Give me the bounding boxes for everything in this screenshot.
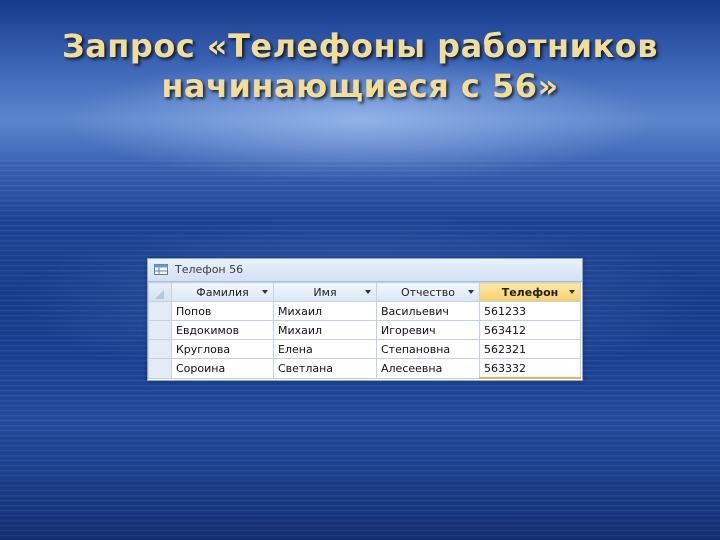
cell-otchestvo[interactable]: Васильевич bbox=[376, 301, 480, 321]
column-header-label: Фамилия bbox=[196, 285, 249, 299]
sort-filter-dropdown-icon[interactable] bbox=[262, 290, 268, 294]
query-tab[interactable]: Телефон 56 bbox=[148, 259, 582, 282]
slide-title-line-1: Запрос «Телефоны работников bbox=[61, 27, 659, 65]
sort-filter-dropdown-icon[interactable] bbox=[569, 290, 575, 294]
column-header-familiya[interactable]: Фамилия bbox=[171, 282, 274, 302]
slide-title: Запрос «Телефоны работников начинающиеся… bbox=[0, 26, 720, 106]
table-row: Круглова Елена Степановна 562321 bbox=[148, 339, 581, 359]
cell-imya[interactable]: Михаил bbox=[273, 320, 377, 340]
cell-imya[interactable]: Елена bbox=[273, 339, 377, 359]
table-row: Попов Михаил Васильевич 561233 bbox=[148, 301, 581, 321]
sort-filter-dropdown-icon[interactable] bbox=[365, 290, 371, 294]
column-header-telefon[interactable]: Телефон bbox=[479, 282, 581, 302]
table-row: Сороина Светлана Алесеевна 563332 bbox=[148, 358, 581, 379]
cell-telefon[interactable]: 563412 bbox=[479, 320, 581, 340]
cell-telefon[interactable]: 562321 bbox=[479, 339, 581, 359]
column-header-otchestvo[interactable]: Отчество bbox=[376, 282, 480, 302]
cell-otchestvo[interactable]: Игоревич bbox=[376, 320, 480, 340]
column-header-label: Имя bbox=[313, 285, 337, 299]
cell-telefon[interactable]: 563332 bbox=[479, 358, 581, 379]
cell-otchestvo[interactable]: Степановна bbox=[376, 339, 480, 359]
row-selector[interactable] bbox=[148, 358, 172, 379]
column-header-imya[interactable]: Имя bbox=[273, 282, 377, 302]
header-row: Фамилия Имя Отчество Телефон bbox=[148, 282, 581, 302]
cell-familiya[interactable]: Круглова bbox=[171, 339, 274, 359]
table-row: Евдокимов Михаил Игоревич 563412 bbox=[148, 320, 581, 340]
cell-familiya[interactable]: Попов bbox=[171, 301, 274, 321]
column-header-label: Отчество bbox=[400, 285, 455, 299]
sort-filter-dropdown-icon[interactable] bbox=[468, 290, 474, 294]
cell-otchestvo[interactable]: Алесеевна bbox=[376, 358, 480, 379]
query-tab-label: Телефон 56 bbox=[175, 263, 244, 276]
datasheet-grid: Фамилия Имя Отчество Телефон Попов Михаи… bbox=[148, 282, 581, 379]
cell-imya[interactable]: Михаил bbox=[273, 301, 377, 321]
row-selector[interactable] bbox=[148, 320, 172, 340]
row-selector[interactable] bbox=[148, 339, 172, 359]
row-selector[interactable] bbox=[148, 301, 172, 321]
cell-familiya[interactable]: Сороина bbox=[171, 358, 274, 379]
cell-imya[interactable]: Светлана bbox=[273, 358, 377, 379]
query-icon bbox=[154, 264, 168, 275]
query-result-window: Телефон 56 Фамилия Имя Отчество Телефон … bbox=[147, 258, 583, 381]
cell-telefon[interactable]: 561233 bbox=[479, 301, 581, 321]
slide-title-line-2: начинающиеся с 56» bbox=[161, 67, 559, 105]
select-all-corner[interactable] bbox=[148, 282, 172, 302]
cell-familiya[interactable]: Евдокимов bbox=[171, 320, 274, 340]
column-header-label: Телефон bbox=[501, 285, 559, 299]
